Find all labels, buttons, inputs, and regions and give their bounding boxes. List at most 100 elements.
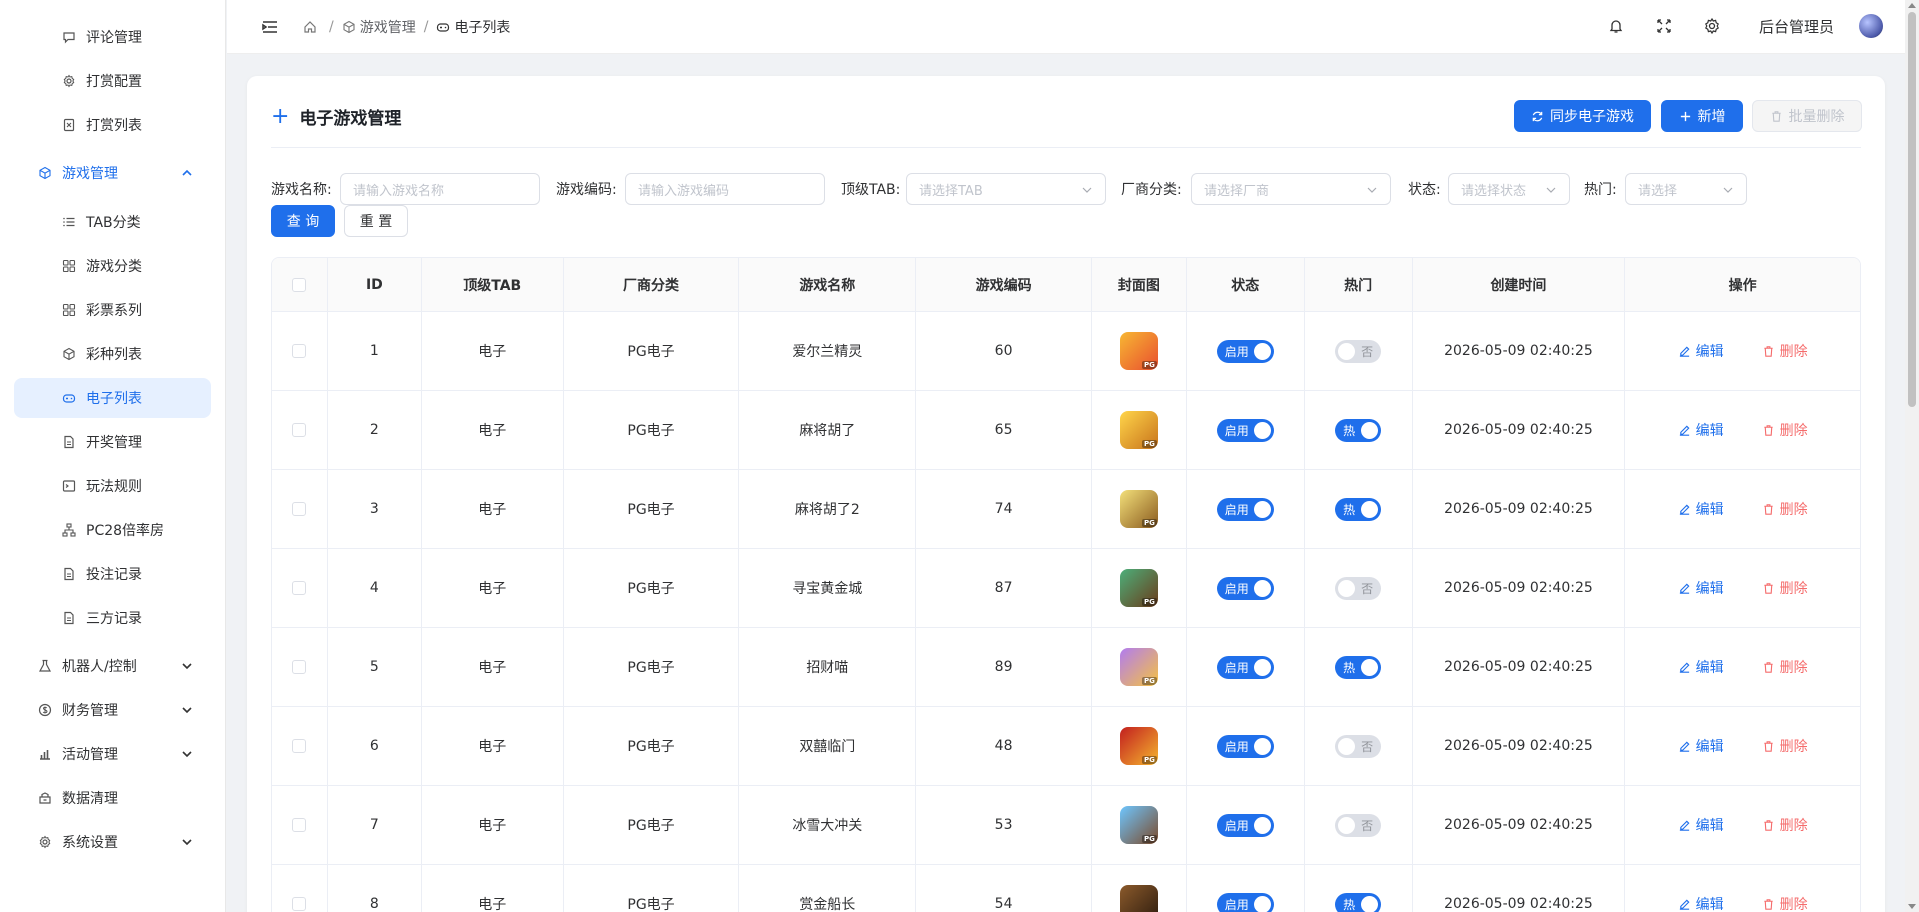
sidebar-item-0[interactable]: 评论管理 xyxy=(14,17,211,57)
select-all-checkbox[interactable] xyxy=(292,277,307,292)
sidebar-item-13[interactable]: 三方记录 xyxy=(14,598,211,638)
top-tab-select[interactable]: 请选择TAB xyxy=(906,173,1106,205)
avatar[interactable] xyxy=(1859,14,1883,38)
row-checkbox[interactable] xyxy=(292,660,307,674)
breadcrumb-game-management[interactable]: 游戏管理 xyxy=(360,17,416,37)
add-button[interactable]: 新增 xyxy=(1661,100,1743,132)
sidebar-item-3[interactable]: 游戏管理 xyxy=(14,153,211,193)
scroll-down-arrow[interactable] xyxy=(1908,904,1916,909)
delete-button[interactable]: 删除 xyxy=(1762,657,1808,677)
game-cover-image[interactable]: PG xyxy=(1119,569,1158,607)
edit-button[interactable]: 编辑 xyxy=(1678,341,1724,361)
delete-button[interactable]: 删除 xyxy=(1762,736,1808,756)
game-cover-image[interactable]: PG xyxy=(1119,727,1158,765)
game-cover-image[interactable]: PG xyxy=(1119,806,1158,844)
hot-switch[interactable]: 热 xyxy=(1335,418,1382,442)
status-switch[interactable]: 启用 xyxy=(1216,418,1274,442)
reset-button[interactable]: 重 置 xyxy=(344,205,408,237)
sidebar-item-6[interactable]: 彩票系列 xyxy=(14,290,211,330)
fullscreen-icon[interactable] xyxy=(1655,17,1673,35)
sidebar-item-5[interactable]: 游戏分类 xyxy=(14,246,211,286)
cell-game-code: 89 xyxy=(916,628,1092,706)
edit-button[interactable]: 编辑 xyxy=(1678,894,1724,912)
edit-button[interactable]: 编辑 xyxy=(1678,657,1724,677)
table-row: 5 电子 PG电子 招财喵 89 PG 启用 热 2026-05-09 02:40:25 编辑 删除 xyxy=(272,628,1860,707)
game-code-input[interactable]: 请输入游戏编码 xyxy=(625,173,825,205)
sidebar-item-12[interactable]: 投注记录 xyxy=(14,554,211,594)
sidebar-item-7[interactable]: 彩种列表 xyxy=(14,334,211,374)
row-checkbox[interactable] xyxy=(292,344,307,358)
edit-button[interactable]: 编辑 xyxy=(1678,736,1724,756)
sidebar-item-11[interactable]: PC28倍率房 xyxy=(14,510,211,550)
row-checkbox[interactable] xyxy=(292,423,307,437)
status-switch[interactable]: 启用 xyxy=(1216,892,1274,912)
game-cover-image[interactable]: PG xyxy=(1119,648,1158,686)
game-cover-image[interactable]: PG xyxy=(1119,885,1158,912)
page-scrollbar[interactable] xyxy=(1905,0,1919,912)
row-checkbox[interactable] xyxy=(292,581,307,595)
delete-button[interactable]: 删除 xyxy=(1762,420,1808,440)
cell-top-tab: 电子 xyxy=(422,391,564,469)
sidebar-item-16[interactable]: 活动管理 xyxy=(14,734,211,774)
cover-badge: PG xyxy=(1142,361,1157,369)
cell-cover: PG xyxy=(1092,391,1187,469)
bell-icon[interactable] xyxy=(1607,17,1625,35)
game-cover-image[interactable]: PG xyxy=(1119,411,1158,449)
sidebar-item-10[interactable]: 玩法规则 xyxy=(14,466,211,506)
edit-button[interactable]: 编辑 xyxy=(1678,499,1724,519)
sync-games-button[interactable]: 同步电子游戏 xyxy=(1514,100,1651,132)
hot-switch[interactable]: 否 xyxy=(1335,813,1382,837)
status-switch[interactable]: 启用 xyxy=(1216,576,1274,600)
sidebar-item-17[interactable]: 数据清理 xyxy=(14,778,211,818)
row-checkbox[interactable] xyxy=(292,502,307,516)
game-cover-image[interactable]: PG xyxy=(1119,332,1158,370)
row-checkbox[interactable] xyxy=(292,739,307,753)
batch-delete-button[interactable]: 批量删除 xyxy=(1752,100,1862,132)
home-icon[interactable] xyxy=(303,20,317,34)
delete-button[interactable]: 删除 xyxy=(1762,578,1808,598)
delete-button[interactable]: 删除 xyxy=(1762,341,1808,361)
user-name[interactable]: 后台管理员 xyxy=(1759,16,1834,37)
collapse-menu-icon[interactable] xyxy=(261,18,279,36)
hot-select[interactable]: 请选择 xyxy=(1625,173,1747,205)
table-header-row: ID 顶级TAB 厂商分类 游戏名称 游戏编码 封面图 状态 热门 创建时间 操… xyxy=(272,258,1860,312)
row-checkbox[interactable] xyxy=(292,818,307,832)
delete-button[interactable]: 删除 xyxy=(1762,894,1808,912)
row-select-cell xyxy=(272,786,328,864)
sidebar-item-2[interactable]: 打赏列表 xyxy=(14,105,211,145)
status-select[interactable]: 请选择状态 xyxy=(1448,173,1570,205)
delete-button[interactable]: 删除 xyxy=(1762,815,1808,835)
status-switch[interactable]: 启用 xyxy=(1216,813,1274,837)
scrollbar-thumb[interactable] xyxy=(1908,12,1916,407)
hot-switch[interactable]: 热 xyxy=(1335,497,1382,521)
scroll-up-arrow[interactable] xyxy=(1908,3,1916,8)
sidebar-item-9[interactable]: 开奖管理 xyxy=(14,422,211,462)
status-switch[interactable]: 启用 xyxy=(1216,339,1274,363)
cell-vendor: PG电子 xyxy=(564,786,740,864)
edit-button[interactable]: 编辑 xyxy=(1678,815,1724,835)
hot-switch[interactable]: 否 xyxy=(1335,339,1382,363)
switch-knob xyxy=(1253,500,1271,518)
status-switch[interactable]: 启用 xyxy=(1216,497,1274,521)
query-button[interactable]: 查 询 xyxy=(271,205,335,237)
status-switch[interactable]: 启用 xyxy=(1216,734,1274,758)
sidebar-item-8[interactable]: 电子列表 xyxy=(14,378,211,418)
hot-switch[interactable]: 否 xyxy=(1335,576,1382,600)
game-name-input[interactable]: 请输入游戏名称 xyxy=(340,173,540,205)
hot-switch[interactable]: 否 xyxy=(1335,734,1382,758)
delete-button[interactable]: 删除 xyxy=(1762,499,1808,519)
row-checkbox[interactable] xyxy=(292,897,307,911)
sidebar-item-14[interactable]: 机器人/控制 xyxy=(14,646,211,686)
sidebar-item-18[interactable]: 系统设置 xyxy=(14,822,211,862)
edit-button[interactable]: 编辑 xyxy=(1678,420,1724,440)
sidebar-item-15[interactable]: 财务管理 xyxy=(14,690,211,730)
hot-switch[interactable]: 热 xyxy=(1335,655,1382,679)
game-cover-image[interactable]: PG xyxy=(1119,490,1158,528)
sidebar-item-4[interactable]: TAB分类 xyxy=(14,202,211,242)
status-switch[interactable]: 启用 xyxy=(1216,655,1274,679)
settings-gear-icon[interactable] xyxy=(1703,17,1721,35)
vendor-select[interactable]: 请选择厂商 xyxy=(1191,173,1391,205)
edit-button[interactable]: 编辑 xyxy=(1678,578,1724,598)
sidebar-item-1[interactable]: 打赏配置 xyxy=(14,61,211,101)
hot-switch[interactable]: 热 xyxy=(1335,892,1382,912)
